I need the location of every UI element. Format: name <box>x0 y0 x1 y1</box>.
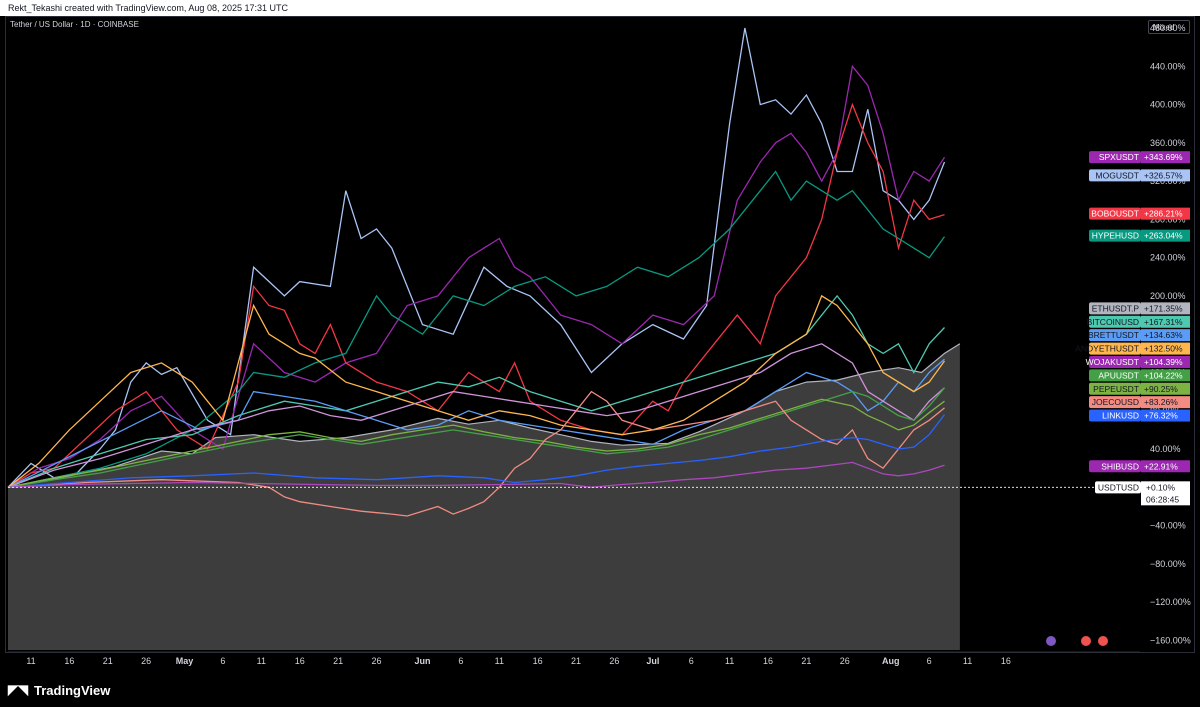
x-tick-label: 11 <box>26 656 35 666</box>
x-tick-label: Jul <box>646 656 659 666</box>
x-tick-label: Aug <box>882 656 900 666</box>
x-tick-label: 6 <box>689 656 694 666</box>
footer <box>0 676 1200 707</box>
y-tick-label: −120.00% <box>1150 597 1191 607</box>
x-tick-label: 6 <box>220 656 225 666</box>
lightning-icon <box>1046 636 1056 646</box>
label-name: BRETTUSDT <box>1088 330 1139 340</box>
last-value-label-brettusdt: BRETTUSDT +134.63% <box>1088 329 1190 342</box>
label-value: +263.04% <box>1144 231 1183 241</box>
y-tick-label: 360.00% <box>1150 138 1186 148</box>
x-tick-label: 26 <box>840 656 850 666</box>
y-tick-label: 400.00% <box>1150 100 1186 110</box>
label-name: LINKUSD <box>1102 411 1139 421</box>
last-value-label-shibusd: SHIBUSD +22.91% <box>1089 460 1190 473</box>
label-value: +90.25% <box>1144 384 1178 394</box>
label-name: BITCOINUSD <box>1087 317 1139 327</box>
label-value: +104.39% <box>1144 357 1183 367</box>
last-value-label-wojakusdt: WOJAKUSDT +104.39% <box>1086 355 1190 368</box>
last-value-label-ethusdt-p: ETHUSDT.P +171.35% <box>1089 302 1190 315</box>
current-symbol-name: USDTUSD <box>1098 482 1139 492</box>
x-tick-label: 11 <box>257 656 266 666</box>
label-name: MOGUSDT <box>1096 170 1139 180</box>
last-value-label-bobousdt: BOBOUSDT +286.21% <box>1089 207 1190 220</box>
brand-name: TradingView <box>34 682 111 698</box>
x-tick-label: 6 <box>458 656 463 666</box>
x-tick-label: Jun <box>415 656 431 666</box>
label-name: JOECOUSD <box>1092 397 1139 407</box>
tradingview-logo-icon: ◤◥ <box>8 682 28 697</box>
last-value-label-andyethusdt: ANDYETHUSDT +132.50% <box>1075 342 1190 355</box>
last-value-label-linkusd: LINKUSD +76.32% <box>1089 409 1190 422</box>
label-name: WOJAKUSDT <box>1086 357 1139 367</box>
symbol-title: Tether / US Dollar · 1D · COINBASE <box>10 20 139 29</box>
scale-mode-button[interactable]: Mixed <box>1148 20 1190 34</box>
label-value: +132.50% <box>1144 344 1183 354</box>
label-value: +167.31% <box>1144 317 1183 327</box>
y-tick-label: 200.00% <box>1150 291 1186 301</box>
y-tick-label: 40.00% <box>1150 444 1181 454</box>
label-value: +171.35% <box>1144 303 1183 313</box>
label-value: +22.91% <box>1144 461 1178 471</box>
label-name: SPXUSDT <box>1099 152 1139 162</box>
x-tick-label: 21 <box>571 656 581 666</box>
last-value-label-hypehusd: HYPEHUSD +263.04% <box>1089 229 1190 242</box>
last-value-label-spxusdt: SPXUSDT +343.69% <box>1089 151 1190 164</box>
x-tick-label: 16 <box>533 656 543 666</box>
label-value: +76.32% <box>1144 411 1178 421</box>
tradingview-logo[interactable]: ◤◥ TradingView <box>8 682 110 698</box>
current-value: +0.10% <box>1146 482 1176 492</box>
price-comparison-chart[interactable]: 480.00%440.00%400.00%360.00%320.00%280.0… <box>0 0 1200 676</box>
x-tick-label: 6 <box>927 656 932 666</box>
y-tick-label: 240.00% <box>1150 253 1186 263</box>
x-tick-label: 11 <box>725 656 734 666</box>
x-tick-label: 16 <box>295 656 305 666</box>
y-tick-label: −160.00% <box>1150 635 1191 645</box>
label-name: HYPEHUSD <box>1092 231 1139 241</box>
x-tick-label: 11 <box>495 656 504 666</box>
x-tick-label: May <box>176 656 194 666</box>
last-value-label-mogusdt: MOGUSDT +326.57% <box>1089 169 1190 182</box>
label-value: +134.63% <box>1144 330 1183 340</box>
flag-us-icon <box>1098 636 1108 646</box>
last-value-label-apuusdt: APUUSDT +104.22% <box>1089 369 1190 382</box>
y-tick-label: −40.00% <box>1150 521 1186 531</box>
negative-area <box>8 487 960 650</box>
x-tick-label: 21 <box>333 656 343 666</box>
flag-us-icon <box>1081 636 1091 646</box>
y-tick-label: −80.00% <box>1150 559 1186 569</box>
x-tick-label: 16 <box>1001 656 1011 666</box>
last-value-label-pepeusdt: PEPEUSDT +90.25% <box>1089 382 1190 395</box>
label-value: +343.69% <box>1144 152 1183 162</box>
label-name: SHIBUSD <box>1101 461 1139 471</box>
x-tick-label: 16 <box>64 656 74 666</box>
label-name: ETHUSDT.P <box>1092 303 1140 313</box>
x-tick-label: 16 <box>763 656 773 666</box>
x-tick-label: 26 <box>609 656 619 666</box>
label-value: +83.26% <box>1144 397 1178 407</box>
label-name: ANDYETHUSDT <box>1075 344 1139 354</box>
last-value-label-bitcoinusd: BITCOINUSD +167.31% <box>1087 315 1190 328</box>
label-value: +326.57% <box>1144 170 1183 180</box>
x-tick-label: 21 <box>801 656 811 666</box>
label-value: +104.22% <box>1144 370 1183 380</box>
x-tick-label: 11 <box>963 656 972 666</box>
label-name: APUUSDT <box>1098 370 1139 380</box>
label-value: +286.21% <box>1144 209 1183 219</box>
y-tick-label: 440.00% <box>1150 61 1186 71</box>
label-name: PEPEUSDT <box>1093 384 1139 394</box>
label-name: BOBOUSDT <box>1091 209 1139 219</box>
x-tick-label: 21 <box>103 656 113 666</box>
last-value-label-joecousd: JOECOUSD +83.26% <box>1089 396 1190 409</box>
x-tick-label: 26 <box>141 656 151 666</box>
countdown-timer: 06:28:45 <box>1146 494 1179 504</box>
x-tick-label: 26 <box>371 656 381 666</box>
